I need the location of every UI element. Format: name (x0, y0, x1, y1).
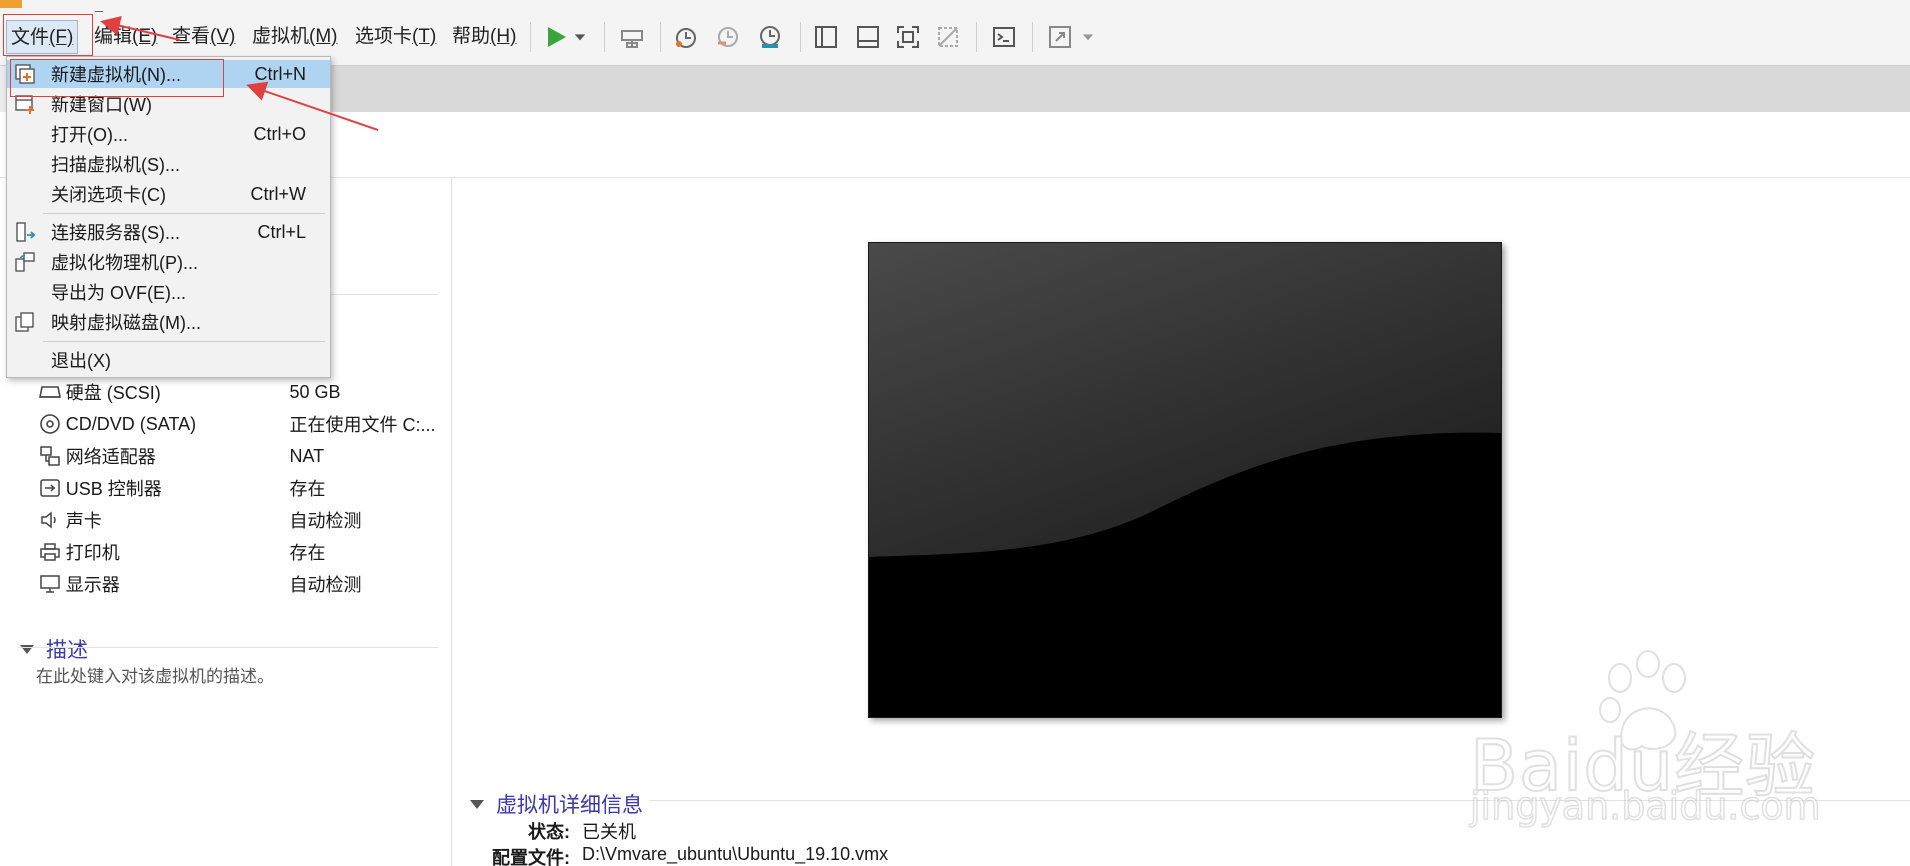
device-row-cd-dvd[interactable]: CD/DVD (SATA) 正在使用文件 C:... (38, 410, 438, 438)
menu-vm[interactable]: 虚拟机(M) (248, 20, 342, 54)
menu-help[interactable]: 帮助(H) (448, 20, 520, 54)
file-menu-dropdown: 新建虚拟机(N)... Ctrl+N 新建窗口(W) 打开(O)... Ctrl… (6, 56, 331, 378)
vm-preview-graphic (869, 243, 1501, 717)
menu-tabs[interactable]: 选项卡(T) (351, 20, 440, 54)
vm-config-row: 配置文件: D:\Vmvare_ubuntu\Ubuntu_19.10.vmx (490, 844, 888, 866)
menu-item-export-ovf[interactable]: 导出为 OVF(E)... (7, 278, 330, 306)
device-row-sound[interactable]: 声卡 自动检测 (38, 506, 438, 534)
stretch-dropdown-icon[interactable] (1076, 20, 1100, 54)
menu-item-open[interactable]: 打开(O)... Ctrl+O (7, 120, 330, 148)
device-row-display[interactable]: 显示器 自动检测 (38, 570, 438, 598)
new-vm-icon (13, 62, 37, 86)
description-heading[interactable]: 描述 (20, 634, 88, 664)
cd-dvd-icon (38, 412, 62, 436)
sound-icon (38, 508, 62, 532)
snapshot-icon[interactable] (668, 20, 704, 54)
send-keys-icon[interactable] (614, 20, 650, 54)
menu-separator (43, 341, 325, 342)
app-icon (0, 0, 22, 8)
stretch-icon[interactable] (1042, 20, 1078, 54)
menu-item-new-vm[interactable]: 新建虚拟机(N)... Ctrl+N (7, 60, 330, 88)
menu-item-close-tab[interactable]: 关闭选项卡(C) Ctrl+W (7, 180, 330, 208)
vm-details-heading[interactable]: 虚拟机详细信息 (470, 789, 643, 819)
collapse-triangle-icon (20, 644, 34, 654)
sidebar-view-icon[interactable] (808, 20, 844, 54)
menu-item-connect-server[interactable]: 连接服务器(S)... Ctrl+L (7, 218, 330, 246)
display-icon (38, 572, 62, 596)
menu-item-new-window[interactable]: 新建窗口(W) (7, 90, 330, 118)
console-icon[interactable] (986, 20, 1022, 54)
usb-icon (38, 476, 62, 500)
thumbnail-bar-icon[interactable] (850, 20, 886, 54)
printer-icon (38, 540, 62, 564)
connect-server-icon (13, 220, 37, 244)
menu-item-map-disk[interactable]: 映射虚拟磁盘(M)... (7, 308, 330, 336)
map-disk-icon (13, 310, 37, 334)
menu-item-exit[interactable]: 退出(X) (7, 346, 330, 374)
menu-view[interactable]: 查看(V) (168, 20, 239, 54)
device-row-network[interactable]: 网络适配器 NAT (38, 442, 438, 470)
unity-icon[interactable] (930, 20, 966, 54)
watermark: Baidu经验 jingyan.baidu.com (1440, 650, 1880, 830)
menu-separator (43, 213, 325, 214)
snapshot-manager-icon[interactable] (752, 20, 788, 54)
network-adapter-icon (38, 444, 62, 468)
menu-item-scan-vm[interactable]: 扫描虚拟机(S)... (7, 150, 330, 178)
menu-file[interactable]: 文件(F) (6, 20, 79, 54)
description-divider (18, 647, 438, 648)
dropdown-arrow-icon[interactable] (568, 20, 592, 54)
window-title: _ (95, 0, 103, 12)
revert-snapshot-icon[interactable] (710, 20, 746, 54)
new-window-icon (13, 92, 37, 116)
hard-disk-icon (38, 380, 62, 404)
description-placeholder[interactable]: 在此处键入对该虚拟机的描述。 (36, 662, 274, 687)
menu-item-virtualize-physical[interactable]: 虚拟化物理机(P)... (7, 248, 330, 276)
device-row-printer[interactable]: 打印机 存在 (38, 538, 438, 566)
vm-state-value: 已关机 (582, 822, 636, 842)
device-row-usb[interactable]: USB 控制器 存在 (38, 474, 438, 502)
collapse-triangle-icon (470, 799, 484, 809)
vm-config-value: D:\Vmvare_ubuntu\Ubuntu_19.10.vmx (582, 844, 889, 864)
vm-preview-screen[interactable] (868, 242, 1502, 718)
watermark-url: jingyan.baidu.com (1469, 783, 1821, 829)
menu-edit[interactable]: 编辑(E) (90, 20, 161, 54)
fullscreen-icon[interactable] (890, 20, 926, 54)
virtualize-physical-icon (13, 250, 37, 274)
vm-state-row: 状态: 已关机 (490, 818, 636, 844)
device-row-hard-disk[interactable]: 硬盘 (SCSI) 50 GB (38, 378, 438, 406)
